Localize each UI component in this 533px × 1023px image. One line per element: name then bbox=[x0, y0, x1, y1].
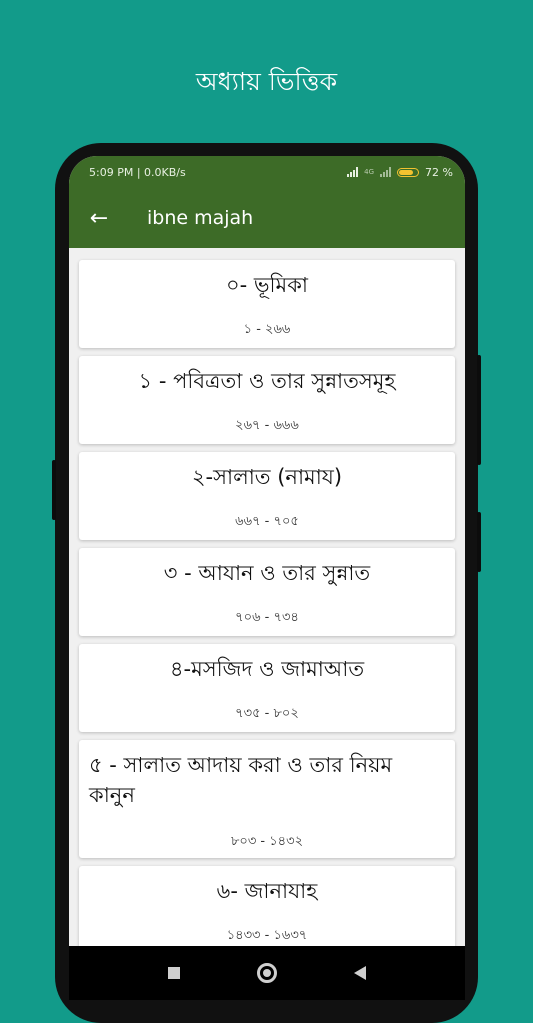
back-arrow-icon[interactable]: ← bbox=[71, 206, 127, 231]
status-time: 5:09 PM | 0.0KB/s bbox=[89, 165, 186, 179]
chapter-range: ১ - ২৬৬ bbox=[243, 322, 291, 337]
chapter-card[interactable]: ২-সালাত (নামায) ৬৬৭ - ৭০৫ bbox=[79, 452, 455, 540]
network-type: 4G bbox=[364, 168, 375, 176]
chapter-title: ৬- জানাযাহ bbox=[216, 879, 318, 903]
phone-screen: 5:09 PM | 0.0KB/s 4G 72 % ← ibne majah ০… bbox=[69, 156, 465, 1000]
chapter-title: ২-সালাত (নামায) bbox=[191, 465, 343, 489]
chapter-title: ৫ - সালাত আদায় করা ও তার নিয়ম কানুন bbox=[89, 753, 393, 807]
chapter-card[interactable]: ১ - পবিত্রতা ও তার সুন্নাতসমূহ ২৬৭ - ৬৬৬ bbox=[79, 356, 455, 444]
chapter-range: ১৪৩৩ - ১৬৩৭ bbox=[226, 928, 308, 943]
chapter-list[interactable]: ০- ভূমিকা ১ - ২৬৬ ১ - পবিত্রতা ও তার সুন… bbox=[69, 248, 465, 946]
chapter-card[interactable]: ০- ভূমিকা ১ - ২৬৬ bbox=[79, 260, 455, 348]
chapter-title: ১ - পবিত্রতা ও তার সুন্নাতসমূহ bbox=[138, 369, 396, 393]
battery-icon bbox=[397, 167, 420, 177]
chapter-card[interactable]: ৫ - সালাত আদায় করা ও তার নিয়ম কানুন ৮০… bbox=[79, 740, 455, 858]
chapter-card[interactable]: ৬- জানাযাহ ১৪৩৩ - ১৬৩৭ bbox=[79, 866, 455, 946]
system-nav-bar bbox=[69, 946, 465, 1000]
home-icon[interactable] bbox=[256, 963, 277, 983]
status-bar: 5:09 PM | 0.0KB/s 4G 72 % bbox=[69, 156, 465, 188]
promo-title: অধ্যায় ভিত্তিক bbox=[195, 67, 338, 96]
chapter-range: ৭৩৫ - ৮০২ bbox=[235, 706, 299, 721]
back-triangle-icon[interactable] bbox=[354, 966, 367, 980]
chapter-title: ০- ভূমিকা bbox=[225, 273, 308, 297]
phone-side-button bbox=[477, 355, 481, 465]
chapter-range: ২৬৭ - ৬৬৬ bbox=[235, 418, 299, 433]
chapter-range: ৬৬৭ - ৭০৫ bbox=[235, 514, 299, 529]
signal-icon-2 bbox=[380, 167, 392, 177]
recent-apps-icon[interactable] bbox=[167, 967, 180, 979]
chapter-range: ৮০৩ - ১৪৩২ bbox=[230, 834, 304, 849]
phone-side-button bbox=[477, 512, 481, 572]
chapter-title: ৩ - আযান ও তার সুন্নাত bbox=[163, 561, 371, 585]
app-title: ibne majah bbox=[147, 207, 254, 229]
app-bar: ← ibne majah bbox=[69, 188, 465, 248]
battery-level: 72 % bbox=[425, 165, 453, 179]
chapter-title: ৪-মসজিদ ও জামাআত bbox=[169, 657, 365, 681]
signal-icon bbox=[347, 167, 359, 177]
phone-side-button bbox=[52, 460, 56, 520]
chapter-card[interactable]: ৩ - আযান ও তার সুন্নাত ৭০৬ - ৭৩৪ bbox=[79, 548, 455, 636]
chapter-range: ৭০৬ - ৭৩৪ bbox=[235, 610, 299, 625]
chapter-card[interactable]: ৪-মসজিদ ও জামাআত ৭৩৫ - ৮০২ bbox=[79, 644, 455, 732]
